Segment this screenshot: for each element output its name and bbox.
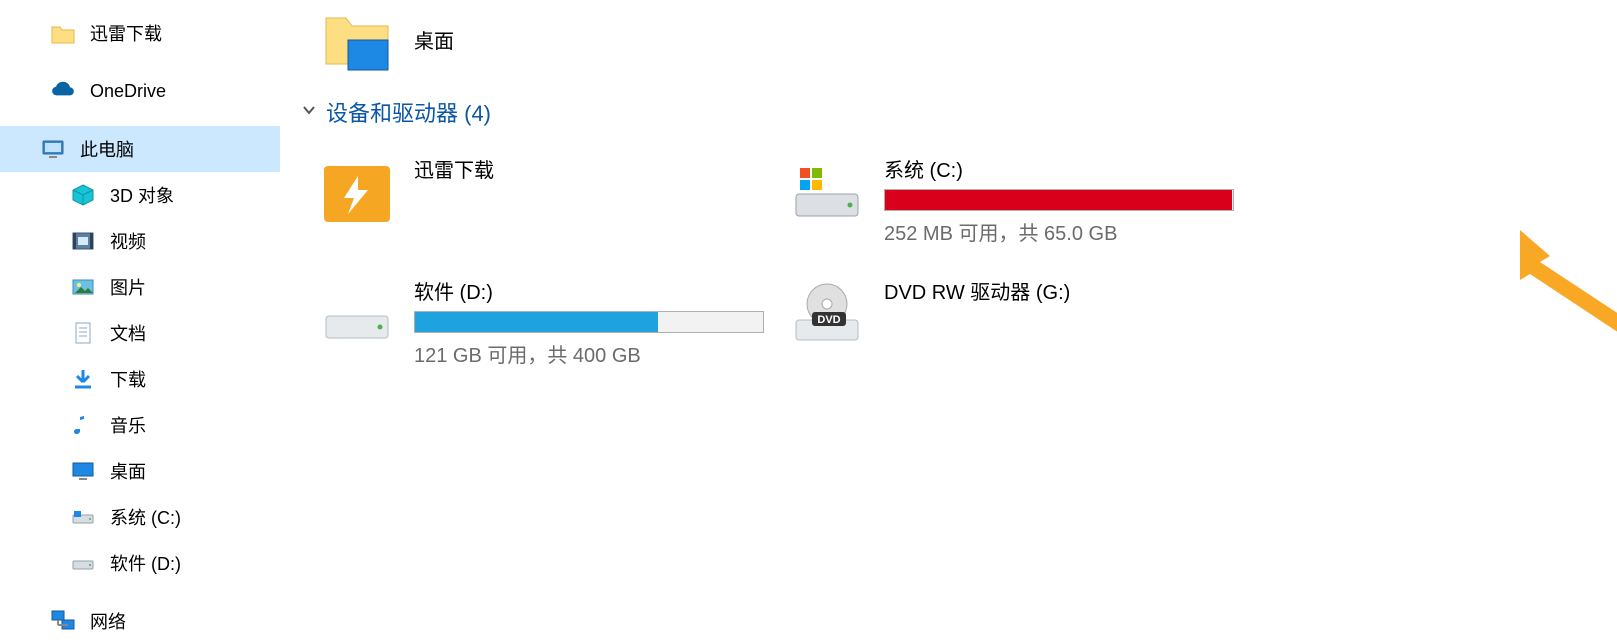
3d-objects-icon xyxy=(70,182,96,208)
grid-item-drive-c[interactable]: 系统 (C:) 252 MB 可用，共 65.0 GB xyxy=(788,154,1248,246)
grid-item-drive-d[interactable]: 软件 (D:) 121 GB 可用，共 400 GB xyxy=(318,276,778,368)
music-icon xyxy=(70,412,96,438)
folder-icon xyxy=(50,20,76,46)
documents-icon xyxy=(70,320,96,346)
grid-item-dvd-drive[interactable]: DVD DVD RW 驱动器 (G:) xyxy=(788,276,1248,368)
drive-icon xyxy=(318,276,396,354)
downloads-icon xyxy=(70,366,96,392)
sidebar-item-pictures[interactable]: 图片 xyxy=(0,264,280,310)
sidebar-item-label: OneDrive xyxy=(90,81,166,102)
sidebar-item-music[interactable]: 音乐 xyxy=(0,402,280,448)
network-icon xyxy=(50,608,76,634)
os-drive-icon xyxy=(788,154,866,232)
sidebar-item-label: 此电脑 xyxy=(80,136,134,162)
onedrive-icon xyxy=(50,78,76,104)
sidebar-item-downloads[interactable]: 下载 xyxy=(0,356,280,402)
drive-usage-text: 252 MB 可用，共 65.0 GB xyxy=(884,217,1234,246)
pictures-icon xyxy=(70,274,96,300)
drive-usage-bar xyxy=(414,311,764,333)
content-area: 桌面 设备和驱动器 (4) 迅雷下载 xyxy=(280,0,1617,640)
drive-usage-bar xyxy=(884,189,1234,211)
grid-item-title: 系统 (C:) xyxy=(884,154,1234,183)
sidebar-item-thunder-download[interactable]: 迅雷下载 xyxy=(0,10,280,56)
sidebar-item-3d-objects[interactable]: 3D 对象 xyxy=(0,172,280,218)
section-header-devices[interactable]: 设备和驱动器 (4) xyxy=(300,96,1617,128)
drive-usage-text: 121 GB 可用，共 400 GB xyxy=(414,339,764,368)
videos-icon xyxy=(70,228,96,254)
sidebar-item-label: 文档 xyxy=(110,320,146,346)
this-pc-icon xyxy=(40,136,66,162)
thunder-folder-icon xyxy=(318,154,396,232)
sidebar-item-this-pc[interactable]: 此电脑 xyxy=(0,126,280,172)
sidebar-item-label: 图片 xyxy=(110,274,146,300)
sidebar-item-label: 下载 xyxy=(110,366,146,392)
sidebar-item-desktop[interactable]: 桌面 xyxy=(0,448,280,494)
folder-desktop-icon xyxy=(318,0,396,78)
svg-text:DVD: DVD xyxy=(817,314,840,326)
sidebar-item-videos[interactable]: 视频 xyxy=(0,218,280,264)
sidebar-item-documents[interactable]: 文档 xyxy=(0,310,280,356)
sidebar-item-label: 视频 xyxy=(110,228,146,254)
drive-icon xyxy=(70,504,96,530)
sidebar-item-label: 桌面 xyxy=(110,458,146,484)
folder-label: 桌面 xyxy=(414,25,454,54)
sidebar-nav: 迅雷下载 OneDrive 此电脑 3D 对象 视频 图片 xyxy=(0,0,280,640)
section-header-label: 设备和驱动器 (4) xyxy=(326,96,491,128)
sidebar-item-label: 3D 对象 xyxy=(110,182,174,208)
grid-item-title: 软件 (D:) xyxy=(414,276,764,305)
grid-item-thunder-download[interactable]: 迅雷下载 xyxy=(318,154,778,246)
desktop-icon xyxy=(70,458,96,484)
sidebar-item-label: 软件 (D:) xyxy=(110,550,181,576)
grid-item-title: DVD RW 驱动器 (G:) xyxy=(884,276,1070,305)
sidebar-item-onedrive[interactable]: OneDrive xyxy=(0,68,280,114)
grid-item-title: 迅雷下载 xyxy=(414,154,494,183)
sidebar-item-drive-c[interactable]: 系统 (C:) xyxy=(0,494,280,540)
dvd-drive-icon: DVD xyxy=(788,276,866,354)
sidebar-item-label: 系统 (C:) xyxy=(110,504,181,530)
sidebar-item-label: 网络 xyxy=(90,608,126,634)
folder-item-desktop[interactable]: 桌面 xyxy=(318,0,1617,78)
sidebar-item-drive-d[interactable]: 软件 (D:) xyxy=(0,540,280,586)
sidebar-item-label: 音乐 xyxy=(110,412,146,438)
sidebar-item-network[interactable]: 网络 xyxy=(0,598,280,644)
drive-icon xyxy=(70,550,96,576)
sidebar-item-label: 迅雷下载 xyxy=(90,20,162,46)
chevron-down-icon xyxy=(300,99,318,125)
